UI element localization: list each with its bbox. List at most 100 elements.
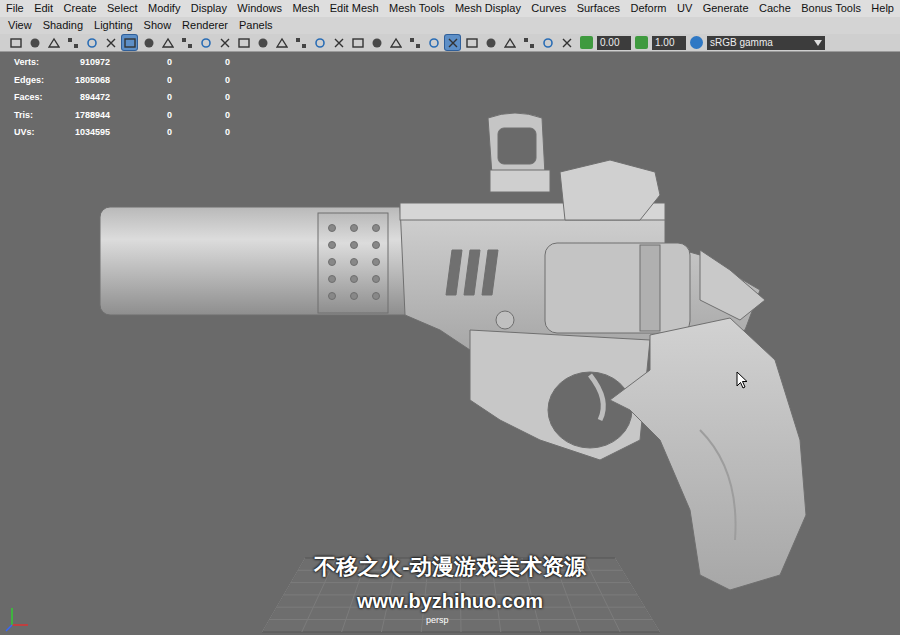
tool-icon [124,37,136,49]
color-space-dropdown[interactable]: sRGB gamma [707,36,825,50]
toolbar-toggle[interactable] [65,35,80,50]
cursor-icon [736,371,748,389]
heads-up-display: Verts:91097200Edges:180506800Faces:89447… [14,54,230,142]
tool-icon [542,37,554,49]
panel-menu-item[interactable]: View [8,17,32,34]
gamma-icon[interactable] [635,36,648,49]
toolbar-toggle[interactable] [407,35,422,50]
tool-icon [181,37,193,49]
tool-icon [143,37,155,49]
hud-row: Tris:178894400 [14,107,230,125]
panel-menu-item[interactable]: Panels [239,17,273,34]
menu-item[interactable]: File [6,0,24,17]
menu-item[interactable]: Mesh Tools [389,0,444,17]
toolbar-toggle[interactable] [160,35,175,50]
toolbar-toggle[interactable] [27,35,42,50]
watermark-url: www.byzhihuo.com [357,588,543,614]
toolbar-toggle[interactable] [103,35,118,50]
tool-icon [314,37,326,49]
exposure-field[interactable]: 0.00 [597,36,631,50]
toolbar-toggle[interactable] [8,35,23,50]
hud-row: UVs:103459500 [14,124,230,142]
toolbar-toggle[interactable] [521,35,536,50]
toolbar-toggle[interactable] [46,35,61,50]
tool-icon [523,37,535,49]
menu-item[interactable]: Help [871,0,894,17]
viewport[interactable]: Verts:91097200Edges:180506800Faces:89447… [0,52,900,635]
toolbar-toggle[interactable] [255,35,270,50]
panel-menu-bar: View Shading Lighting Show Renderer Panels [0,17,900,34]
color-management-icon[interactable] [690,36,703,49]
menu-item[interactable]: Display [191,0,227,17]
menu-item[interactable]: Edit Mesh [330,0,379,17]
toolbar-toggle[interactable] [445,35,460,50]
toolbar-toggle[interactable] [483,35,498,50]
menu-bar: File Edit Create Select Modify Display Windows… [0,0,900,17]
tool-icon [105,37,117,49]
toolbar-toggle[interactable] [350,35,365,50]
panel-menu-item[interactable]: Lighting [94,17,133,34]
watermark: 不移之火-动漫游戏美术资源 www.byzhihuo.com [270,552,630,614]
tool-icon [29,37,41,49]
revolver-model [100,113,806,590]
toolbar-toggle[interactable] [540,35,555,50]
menu-item[interactable]: Generate [703,0,749,17]
menu-item[interactable]: Edit [34,0,53,17]
toolbar-toggle[interactable] [274,35,289,50]
tool-icon [352,37,364,49]
menu-item[interactable]: Mesh [292,0,319,17]
toolbar-toggle[interactable] [426,35,441,50]
menu-item[interactable]: Mesh Display [455,0,521,17]
menu-item[interactable]: Bonus Tools [801,0,861,17]
tool-icon [219,37,231,49]
toolbar-toggle[interactable] [312,35,327,50]
menu-item[interactable]: Select [107,0,138,17]
toolbar-toggle[interactable] [502,35,517,50]
hud-row: Edges:180506800 [14,72,230,90]
tool-icon [276,37,288,49]
panel-menu-item[interactable]: Show [144,17,172,34]
panel-menu-item[interactable]: Shading [43,17,83,34]
menu-item[interactable]: Windows [237,0,282,17]
hud-row: Verts:91097200 [14,54,230,72]
panel-menu-item[interactable]: Renderer [182,17,228,34]
watermark-title: 不移之火-动漫游戏美术资源 [314,552,585,582]
toolbar-toggle[interactable] [369,35,384,50]
toolbar-toggle[interactable] [198,35,213,50]
toolbar-toggle[interactable] [122,35,137,50]
toolbar-toggle[interactable] [236,35,251,50]
tool-icon [200,37,212,49]
toolbar-toggle[interactable] [331,35,346,50]
toolbar-toggle[interactable] [293,35,308,50]
tool-icon [409,37,421,49]
toolbar-toggle[interactable] [559,35,574,50]
toolbar-toggle[interactable] [179,35,194,50]
menu-item[interactable]: Deform [630,0,666,17]
tool-icon [238,37,250,49]
menu-item[interactable]: Create [64,0,97,17]
menu-item[interactable]: Surfaces [577,0,620,17]
panel-toolbar: 0.00 1.00 sRGB gamma [0,34,900,52]
exposure-icon[interactable] [580,36,593,49]
tool-icon [257,37,269,49]
hud-row: Faces:89447200 [14,89,230,107]
toolbar-toggle[interactable] [464,35,479,50]
gamma-field[interactable]: 1.00 [652,36,686,50]
tool-icon [162,37,174,49]
axis-icon [6,608,28,631]
tool-icon [485,37,497,49]
tool-icon [10,37,22,49]
tool-icon [48,37,60,49]
tool-icon [561,37,573,49]
toolbar-toggle[interactable] [141,35,156,50]
toolbar-toggle[interactable] [217,35,232,50]
toolbar-toggle[interactable] [388,35,403,50]
menu-item[interactable]: UV [677,0,692,17]
dropdown-arrow-icon [814,40,822,46]
tool-icon [67,37,79,49]
menu-item[interactable]: Modify [148,0,180,17]
toolbar-toggle[interactable] [84,35,99,50]
tool-icon [295,37,307,49]
menu-item[interactable]: Curves [531,0,566,17]
menu-item[interactable]: Cache [759,0,791,17]
